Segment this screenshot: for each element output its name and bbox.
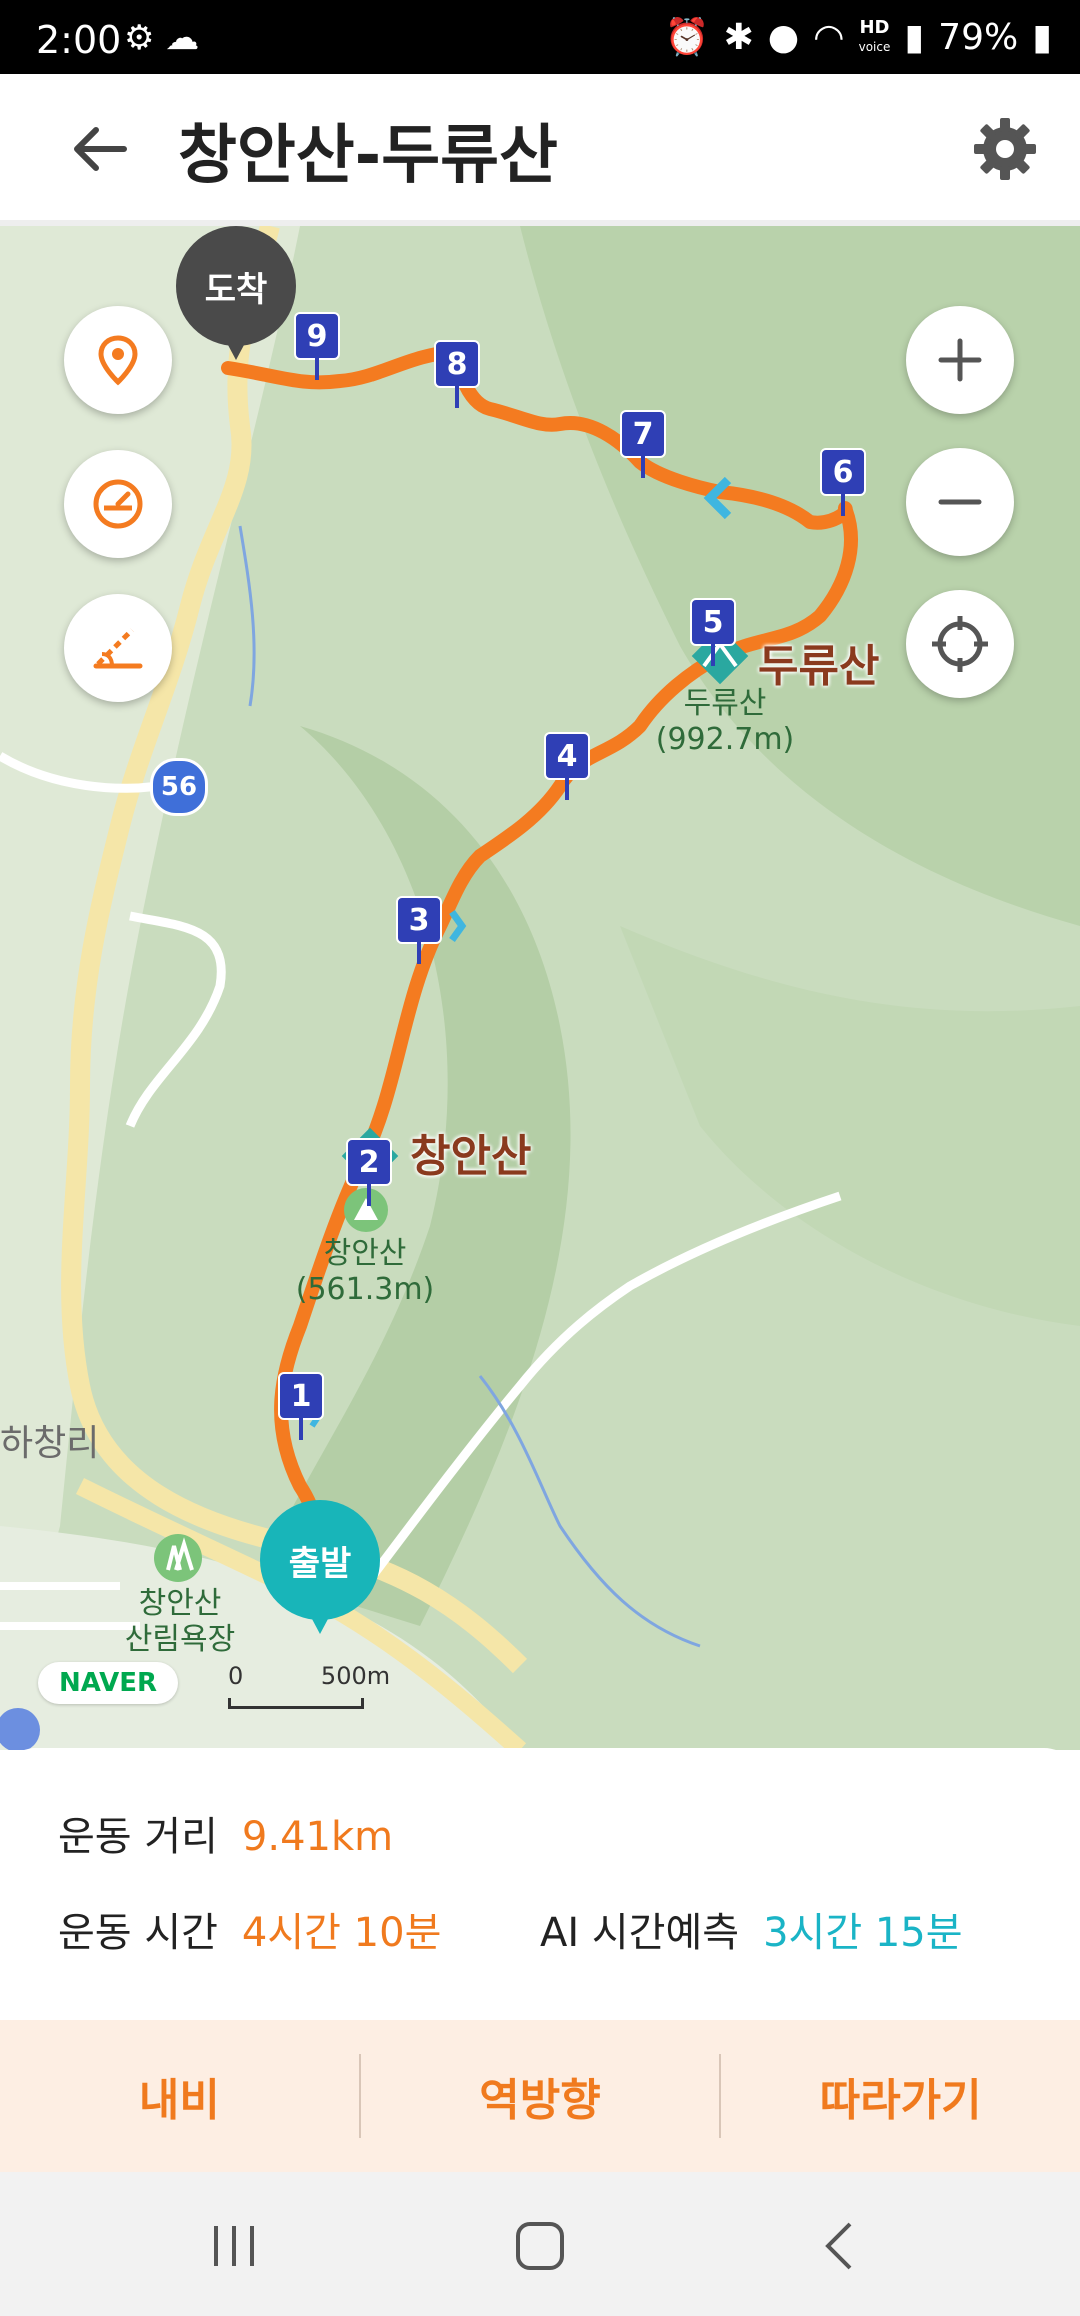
status-right-icons: ⏰ ✱ ● ◠ HD voice ▮ 79% ▮ [664, 16, 1052, 59]
crosshair-icon [932, 616, 988, 672]
trail-map[interactable]: 도착 출발 1 2 3 4 5 6 7 8 9 두류산 두류산 (992.7m)… [0, 226, 1080, 1750]
follow-button[interactable]: 따라가기 [721, 2020, 1080, 2172]
waypoint-1[interactable]: 1 [278, 1372, 324, 1440]
trail-info-panel: 운동 거리 9.41km 운동 시간 4시간 10분 AI 시간예측 3시간 15분 [0, 1748, 1080, 2020]
start-pin[interactable]: 출발 [260, 1500, 380, 1634]
back-nav-icon[interactable] [812, 2216, 872, 2276]
road-number-badge: 56 [150, 758, 208, 816]
page-title: 창안산-두류산 [178, 119, 558, 193]
location-pin-icon [98, 335, 138, 386]
gear-icon[interactable] [970, 114, 1040, 184]
gps-button[interactable] [906, 590, 1014, 698]
recent-apps-icon[interactable] [204, 2216, 264, 2276]
ai-label: AI 시간예측 [540, 1910, 740, 1956]
waypoint-3[interactable]: 3 [396, 896, 442, 964]
time-label: 운동 시간 [58, 1910, 218, 1956]
status-time: 2:00 [36, 18, 122, 62]
location-button[interactable] [64, 306, 172, 414]
peak-sublabel-duryu: 두류산 (992.7m) [655, 686, 795, 757]
zoom-out-button[interactable] [906, 448, 1014, 556]
waypoint-8[interactable]: 8 [434, 340, 480, 408]
distance-value: 9.41km [241, 1814, 394, 1860]
waypoint-7[interactable]: 7 [620, 410, 666, 478]
distance-row: 운동 거리 9.41km [58, 1804, 393, 1862]
home-icon[interactable] [510, 2216, 570, 2276]
minus-icon [938, 499, 982, 505]
action-bar: 내비 역방향 따라가기 [0, 2020, 1080, 2172]
distance-label: 운동 거리 [58, 1814, 218, 1860]
bluetooth-icon: ✱ [723, 16, 754, 58]
peak-label-changan: 창안산 [410, 1131, 532, 1182]
wifi-icon: ◠ [813, 16, 845, 58]
time-row: 운동 시간 4시간 10분 [58, 1900, 441, 1958]
forest-label: 창안산 산림욕장 [124, 1586, 236, 1657]
peak-label-duryu: 두류산 [758, 641, 880, 692]
naver-logo: NAVER [38, 1662, 178, 1704]
town-label: 하창리 [0, 1423, 100, 1464]
elevation-button[interactable] [64, 594, 172, 702]
map-scale: 0 500m [228, 1662, 390, 1709]
peak-sublabel-changan: 창안산 (561.3m) [295, 1236, 435, 1307]
zoom-in-button[interactable] [906, 306, 1014, 414]
time-value: 4시간 10분 [241, 1910, 442, 1956]
notification-icons: ⚙ ☁ [124, 18, 200, 58]
waypoint-4[interactable]: 4 [544, 732, 590, 800]
app-bar: 창안산-두류산 [0, 74, 1080, 226]
ai-value: 3시간 15분 [763, 1910, 963, 1956]
alarm-icon: ⏰ [664, 17, 710, 58]
hd-voice-icon: HD voice [858, 16, 891, 54]
arrow-left-icon[interactable] [66, 114, 136, 184]
waypoint-6[interactable]: 6 [820, 448, 866, 516]
system-nav-bar [0, 2172, 1080, 2316]
waypoint-5[interactable]: 5 [690, 598, 736, 666]
speedometer-icon [93, 479, 143, 529]
waypoint-9[interactable]: 9 [294, 312, 340, 380]
reverse-button[interactable]: 역방향 [361, 2020, 720, 2172]
end-pin[interactable]: 도착 [176, 226, 296, 360]
signal-icon: ▮ [904, 16, 925, 58]
map-terrain [0, 226, 1080, 1750]
status-bar: 2:00 ⚙ ☁ ⏰ ✱ ● ◠ HD voice ▮ 79% ▮ [0, 0, 1080, 74]
battery-icon: ▮ [1032, 16, 1052, 58]
waypoint-2[interactable]: 2 [346, 1138, 392, 1206]
plus-icon [938, 338, 982, 382]
location-status-icon: ● [767, 16, 800, 58]
elevation-slope-icon [93, 628, 143, 669]
navi-button[interactable]: 내비 [0, 2020, 359, 2172]
ai-prediction-row: AI 시간예측 3시간 15분 [540, 1900, 963, 1958]
speed-button[interactable] [64, 450, 172, 558]
battery-percent: 79% [938, 16, 1019, 58]
